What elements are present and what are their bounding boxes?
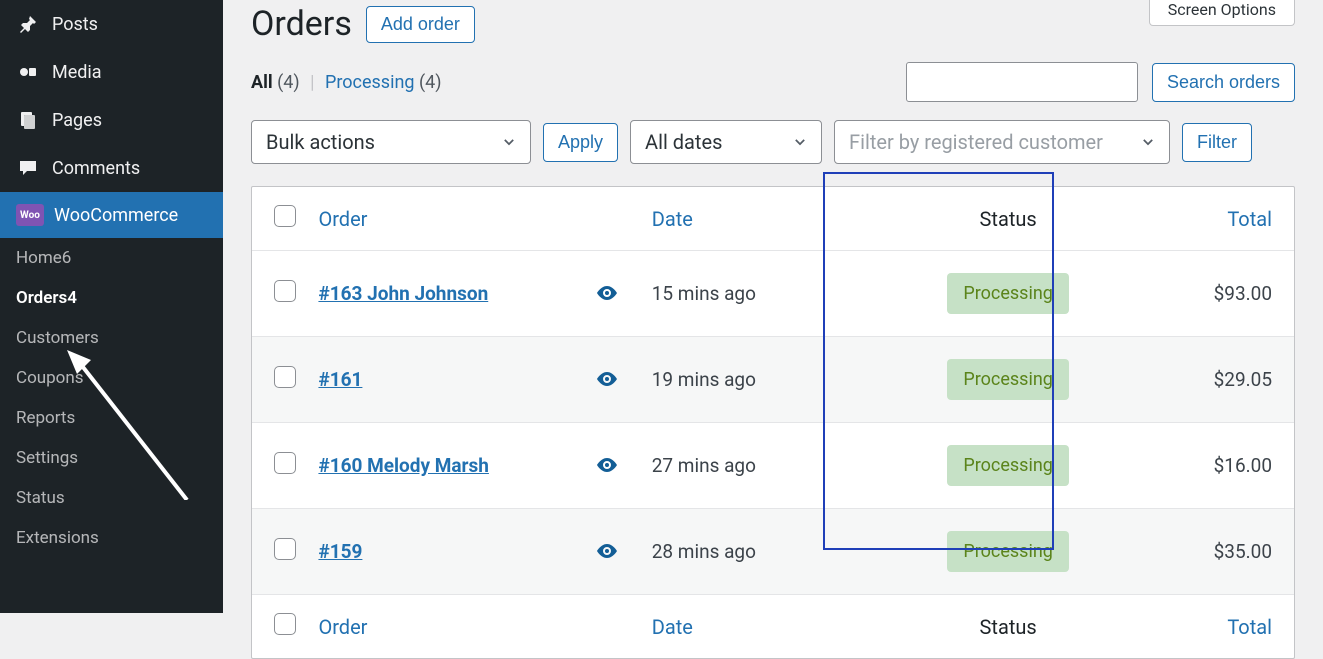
column-date[interactable]: Date [652, 207, 819, 231]
column-status: Status [818, 615, 1198, 639]
submenu-item-reports[interactable]: Reports [0, 398, 223, 438]
table-row[interactable]: #159 28 mins ago Processing $35.00 [252, 508, 1294, 594]
status-filter-links: All (4) | Processing (4) [251, 72, 442, 93]
chevron-down-icon [1141, 130, 1155, 154]
submenu-item-home[interactable]: Home 6 [0, 238, 223, 278]
submenu-item-customers[interactable]: Customers [0, 318, 223, 358]
customer-filter-placeholder: Filter by registered customer [849, 130, 1103, 154]
customer-filter-select[interactable]: Filter by registered customer [834, 120, 1170, 164]
preview-icon[interactable] [596, 454, 652, 477]
submenu-label: Customers [16, 328, 99, 348]
admin-sidebar: Posts Media Pages Comments Woo WooCommer… [0, 0, 223, 613]
status-badge: Processing [947, 531, 1069, 572]
table-row[interactable]: #163 John Johnson 15 mins ago Processing… [252, 250, 1294, 336]
order-date: 28 mins ago [652, 540, 819, 563]
order-total: $16.00 [1198, 454, 1272, 477]
submenu-label: Orders [16, 288, 67, 308]
order-link[interactable]: #159 [318, 540, 362, 563]
woocommerce-submenu: Home 6 Orders 4 Customers Coupons Report… [0, 238, 223, 566]
column-status: Status [818, 207, 1198, 231]
submenu-label: Settings [16, 448, 78, 468]
order-link[interactable]: #163 John Johnson [318, 282, 488, 305]
select-all-checkbox[interactable] [274, 613, 296, 635]
media-icon [16, 60, 40, 84]
filter-processing-link[interactable]: Processing [325, 72, 415, 93]
status-badge: Processing [947, 273, 1069, 314]
row-checkbox[interactable] [274, 280, 296, 302]
table-row[interactable]: #160 Melody Marsh 27 mins ago Processing… [252, 422, 1294, 508]
main-content: Screen Options Orders Add order All (4) … [223, 0, 1323, 613]
screen-options-toggle[interactable]: Screen Options [1149, 0, 1295, 26]
submenu-item-orders[interactable]: Orders 4 [0, 278, 223, 318]
column-date[interactable]: Date [652, 615, 819, 639]
filter-all-count: (4) [277, 72, 300, 93]
submenu-label: Reports [16, 408, 75, 428]
sidebar-item-label: Pages [52, 110, 207, 131]
notification-badge: 6 [62, 248, 72, 268]
filter-button[interactable]: Filter [1182, 123, 1252, 162]
sidebar-item-label: Comments [52, 158, 207, 179]
submenu-label: Status [16, 488, 65, 508]
order-link[interactable]: #160 Melody Marsh [318, 454, 488, 477]
date-filter-label: All dates [645, 130, 722, 154]
apply-button[interactable]: Apply [543, 123, 618, 162]
table-row[interactable]: #161 19 mins ago Processing $29.05 [252, 336, 1294, 422]
sidebar-item-media[interactable]: Media [0, 48, 223, 96]
bulk-actions-select[interactable]: Bulk actions [251, 120, 531, 164]
sidebar-item-label: WooCommerce [54, 205, 207, 226]
date-filter-select[interactable]: All dates [630, 120, 822, 164]
order-link[interactable]: #161 [318, 368, 362, 391]
submenu-item-status[interactable]: Status [0, 478, 223, 518]
pages-icon [16, 108, 40, 132]
submenu-item-settings[interactable]: Settings [0, 438, 223, 478]
column-order[interactable]: Order [318, 615, 596, 639]
submenu-item-coupons[interactable]: Coupons [0, 358, 223, 398]
preview-icon[interactable] [596, 282, 652, 305]
notification-badge: 4 [67, 288, 77, 308]
row-checkbox[interactable] [274, 538, 296, 560]
search-input[interactable] [906, 62, 1138, 102]
order-date: 27 mins ago [652, 454, 819, 477]
search-orders-button[interactable]: Search orders [1152, 63, 1295, 102]
sidebar-item-comments[interactable]: Comments [0, 144, 223, 192]
column-order[interactable]: Order [318, 207, 596, 231]
status-badge: Processing [947, 445, 1069, 486]
row-checkbox[interactable] [274, 366, 296, 388]
order-date: 19 mins ago [652, 368, 819, 391]
column-total[interactable]: Total [1198, 615, 1272, 639]
filter-processing-count: (4) [419, 72, 442, 93]
pushpin-icon [16, 12, 40, 36]
submenu-label: Home [16, 248, 62, 268]
submenu-item-extensions[interactable]: Extensions [0, 518, 223, 558]
woocommerce-icon: Woo [16, 204, 44, 226]
comment-icon [16, 156, 40, 180]
add-order-button[interactable]: Add order [366, 6, 475, 43]
table-header: Order Date Status Total [252, 187, 1294, 250]
chevron-down-icon [502, 130, 516, 154]
sidebar-item-posts[interactable]: Posts [0, 0, 223, 48]
table-footer: Order Date Status Total [252, 594, 1294, 658]
sidebar-item-pages[interactable]: Pages [0, 96, 223, 144]
chevron-down-icon [793, 130, 807, 154]
order-total: $35.00 [1198, 540, 1272, 563]
select-all-checkbox[interactable] [274, 205, 296, 227]
order-date: 15 mins ago [652, 282, 819, 305]
row-checkbox[interactable] [274, 452, 296, 474]
preview-icon[interactable] [596, 368, 652, 391]
sidebar-item-label: Posts [52, 14, 207, 35]
column-total[interactable]: Total [1198, 207, 1272, 231]
sidebar-item-woocommerce[interactable]: Woo WooCommerce [0, 192, 223, 238]
preview-icon[interactable] [596, 540, 652, 563]
submenu-label: Coupons [16, 368, 84, 388]
orders-table: Order Date Status Total #163 John Johnso… [251, 186, 1295, 659]
bulk-actions-label: Bulk actions [266, 130, 375, 154]
submenu-label: Extensions [16, 528, 99, 548]
page-title: Orders [251, 4, 352, 44]
status-badge: Processing [947, 359, 1069, 400]
order-total: $29.05 [1198, 368, 1272, 391]
filter-all-link[interactable]: All [251, 72, 273, 93]
sidebar-item-label: Media [52, 62, 207, 83]
order-total: $93.00 [1198, 282, 1272, 305]
